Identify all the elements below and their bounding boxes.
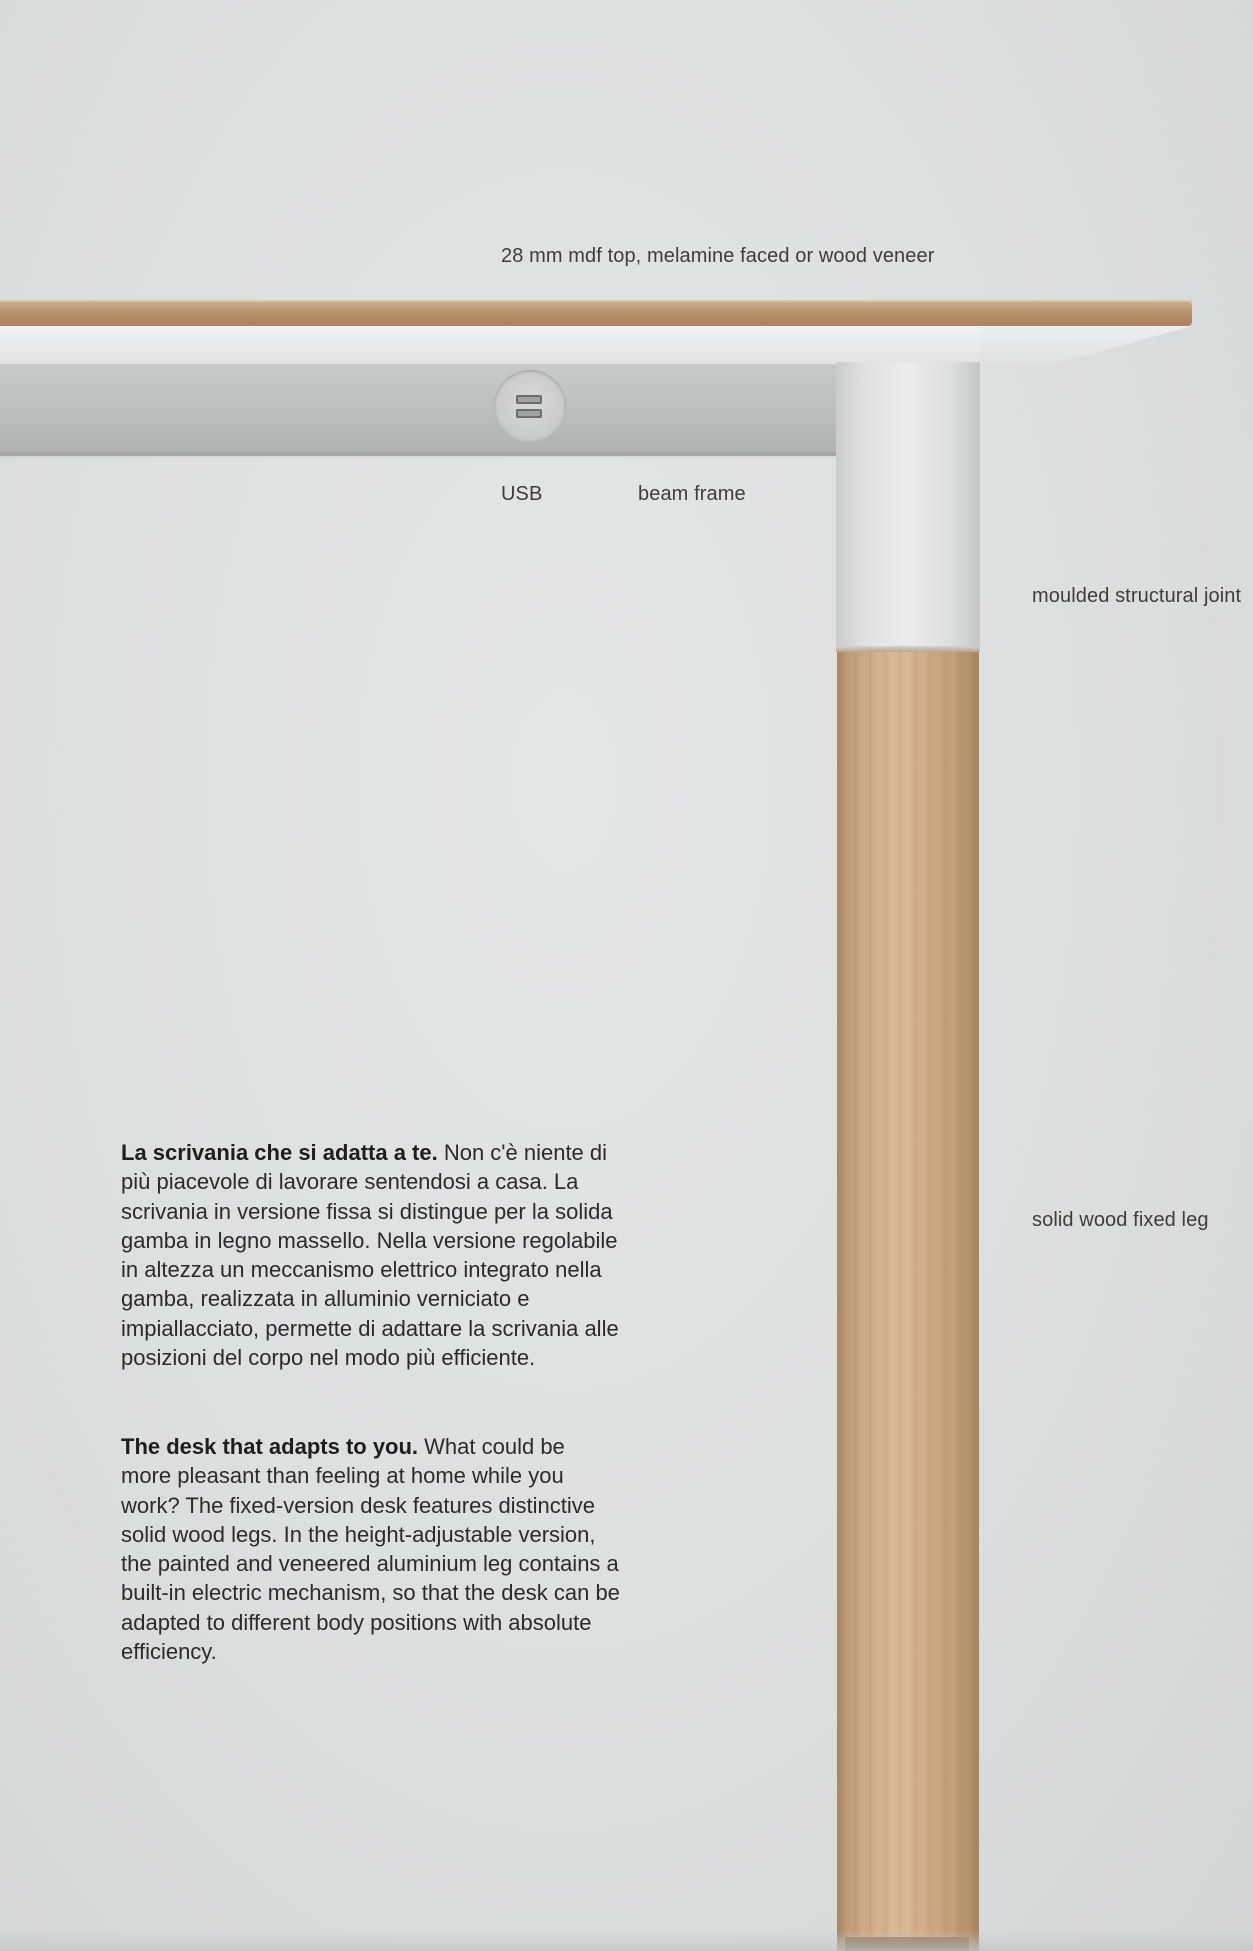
label-structural-joint: moulded structural joint xyxy=(1032,585,1242,607)
desk-top-underside-overhang xyxy=(980,326,1192,362)
label-wood-leg: solid wood fixed leg xyxy=(1032,1209,1209,1231)
description-italian-heading: La scrivania che si adatta a te. xyxy=(121,1140,438,1165)
usb-slot xyxy=(516,395,542,404)
floor-shade xyxy=(0,1930,1253,1951)
desk-top xyxy=(0,302,1192,326)
wood-leg-grain xyxy=(837,652,979,1951)
beam-frame xyxy=(0,364,836,456)
label-desk-top: 28 mm mdf top, melamine faced or wood ve… xyxy=(501,245,935,267)
structural-joint xyxy=(836,362,980,652)
usb-port-icon xyxy=(494,370,566,442)
description-english-heading: The desk that adapts to you. xyxy=(121,1434,419,1459)
usb-slot xyxy=(516,409,542,418)
description-english-body: What could be more pleasant than feeling… xyxy=(121,1434,620,1665)
description-italian-body: Non c'è niente di più piacevole di lavor… xyxy=(121,1140,619,1371)
label-beam-frame: beam frame xyxy=(638,483,746,505)
label-usb: USB xyxy=(501,483,543,505)
beam-shadow xyxy=(0,452,836,458)
description-english: The desk that adapts to you. What could … xyxy=(121,1432,621,1666)
desk-top-underside xyxy=(0,326,1062,364)
description-italian: La scrivania che si adatta a te. Non c'è… xyxy=(121,1138,621,1372)
